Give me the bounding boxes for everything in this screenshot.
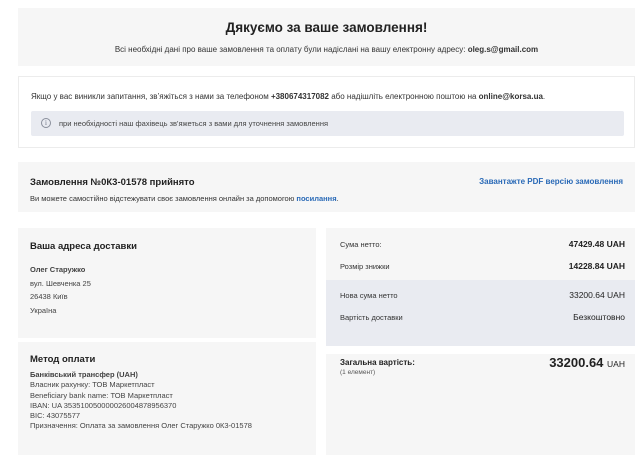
customer-email: oleg.s@gmail.com <box>467 45 539 54</box>
delivery-cost-row: Вартість доставки Безкоштовно <box>326 307 635 327</box>
grand-total-label: Загальна вартість: <box>340 358 415 367</box>
contact-text-suffix: . <box>542 92 546 101</box>
discount-value: 14228.84 UAH <box>568 261 625 271</box>
contact-text-prefix: Якщо у вас виникли запитання, зв’яжіться… <box>31 92 271 101</box>
grand-total-amount: 33200.64 <box>549 355 604 370</box>
info-note: i при необхідності наш фахівець зв'яжеть… <box>31 111 624 136</box>
payment-method-heading: Метод оплати <box>30 354 96 365</box>
contact-email[interactable]: online@korsa.ua <box>479 92 543 101</box>
contact-phone[interactable]: +380674317082 <box>271 92 329 101</box>
order-title: Замовлення №0К3-01578 прийнято <box>30 177 195 188</box>
download-pdf-link[interactable]: Завантажте PDF версію замовлення <box>479 177 623 186</box>
tracking-text-prefix: Ви можете самостійно відстежувати своє з… <box>30 194 297 203</box>
grand-total-currency: UAH <box>607 359 625 369</box>
delivery-cost-label: Вартість доставки <box>340 313 403 322</box>
grand-total-value: 33200.64 UAH <box>549 355 625 370</box>
contact-line: Якщо у вас виникли запитання, зв’яжіться… <box>31 92 545 101</box>
contact-info-card: Якщо у вас виникли запитання, зв’яжіться… <box>18 76 635 148</box>
payment-method-card: Метод оплати Банківський трансфер (UAH) … <box>18 342 316 455</box>
discount-row: Розмір знижки 14228.84 UAH <box>326 256 635 276</box>
payment-details: Банківський трансфер (UAH) Власник рахун… <box>30 370 252 432</box>
order-status-card: Замовлення №0К3-01578 прийнято Завантажт… <box>18 162 635 212</box>
beneficiary-bank: Beneficiary bank name: ТОВ Маркетпласт <box>30 390 173 400</box>
info-note-text: при необхідності наш фахівець зв'яжеться… <box>59 119 329 128</box>
page-title: Дякуємо за ваше замовлення! <box>225 20 428 35</box>
iban: IBAN: UA 353510050000026004878956370 <box>30 400 177 410</box>
delivery-address-heading: Ваша адреса доставки <box>30 241 137 252</box>
new-net-sum-row: Нова сума нетто 33200.64 UAH <box>326 285 635 305</box>
contact-text-middle: або надішліть електронною поштою на <box>329 92 479 101</box>
order-tracking-text: Ви можете самостійно відстежувати своє з… <box>30 194 339 203</box>
totals-separator <box>326 346 635 354</box>
address-city: 26438 Київ <box>30 292 68 301</box>
info-icon: i <box>41 118 51 128</box>
new-net-sum-label: Нова сума нетто <box>340 291 398 300</box>
recipient-name: Олег Старужко <box>30 265 86 274</box>
tracking-link[interactable]: посилання <box>296 194 336 203</box>
address-country: Україна <box>30 305 57 315</box>
confirmation-message: Всі необхідні дані про ваше замовлення т… <box>18 45 635 54</box>
delivery-cost-value: Безкоштовно <box>573 312 625 322</box>
item-count: (1 елемент) <box>340 369 376 376</box>
new-net-sum-value: 33200.64 UAH <box>569 290 625 300</box>
payment-purpose: Призначення: Оплата за замовлення Олег С… <box>30 421 252 431</box>
discount-label: Розмір знижки <box>340 262 390 271</box>
payment-method-name: Банківський трансфер (UAH) <box>30 370 138 379</box>
delivery-address-card: Ваша адреса доставки Олег Старужко вул. … <box>18 228 316 338</box>
bic: BIC: 43075577 <box>30 411 81 421</box>
net-sum-label: Сума нетто: <box>340 240 382 249</box>
address-street: вул. Шевченка 25 <box>30 278 91 288</box>
thank-you-banner: Дякуємо за ваше замовлення! Всі необхідн… <box>18 8 635 66</box>
delivery-address: Олег Старужко вул. Шевченка 25 26438 Киї… <box>30 263 91 317</box>
order-totals-card: Сума нетто: 47429.48 UAH Розмір знижки 1… <box>326 228 635 455</box>
net-sum-row: Сума нетто: 47429.48 UAH <box>326 234 635 254</box>
confirmation-text: Всі необхідні дані про ваше замовлення т… <box>114 45 468 54</box>
net-sum-value: 47429.48 UAH <box>568 239 625 249</box>
tracking-text-suffix: . <box>336 194 339 203</box>
account-owner: Власник рахунку: ТОВ Маркетпласт <box>30 380 155 390</box>
